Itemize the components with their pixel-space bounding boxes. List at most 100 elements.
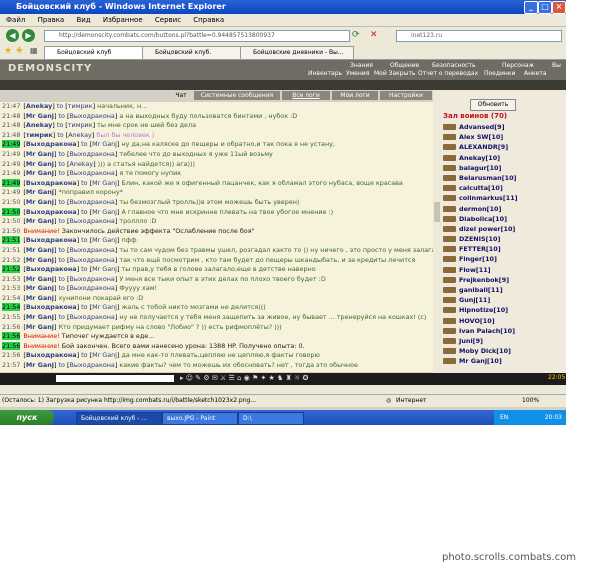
chat-sender[interactable]: Выходракона bbox=[26, 140, 77, 148]
player-item[interactable]: Finger[10] bbox=[441, 254, 566, 264]
chat-sender[interactable]: Mr Ganj bbox=[26, 217, 54, 225]
menu-favorites[interactable]: Избранное bbox=[103, 16, 143, 24]
player-item[interactable]: Moby Dick[10] bbox=[441, 346, 566, 356]
player-name[interactable]: HOVO[10] bbox=[459, 316, 495, 326]
nav-exit[interactable]: Вы bbox=[552, 62, 561, 69]
player-item[interactable]: Advansed[9] bbox=[441, 122, 566, 132]
nav-transfers[interactable]: Отчет о переводах bbox=[418, 70, 478, 77]
chat-input[interactable] bbox=[56, 375, 174, 382]
language-indicator[interactable]: EN bbox=[500, 412, 508, 423]
menu-file[interactable]: Файл bbox=[6, 16, 25, 24]
chat-sender[interactable]: Mr Ganj bbox=[26, 256, 54, 264]
player-item[interactable]: dermon[10] bbox=[441, 204, 566, 214]
search-input[interactable]: inet123.ru bbox=[396, 30, 562, 42]
chat-recipient[interactable]: Mr Ganj bbox=[92, 303, 117, 311]
tab-system-messages[interactable]: Системные сообщения bbox=[194, 91, 280, 100]
chat-sender[interactable]: Mr Ganj bbox=[26, 313, 54, 321]
task-paint[interactable]: выхо.JPG - Paint bbox=[162, 412, 238, 425]
chat-recipient[interactable]: Выходракона bbox=[69, 112, 114, 120]
chat-recipient[interactable]: тимрик bbox=[68, 102, 93, 110]
player-name[interactable]: balagur[10] bbox=[459, 163, 501, 173]
player-item[interactable]: HOVO[10] bbox=[441, 316, 566, 326]
menu-help[interactable]: Справка bbox=[193, 16, 224, 24]
chat-recipient[interactable]: Anekay bbox=[69, 160, 93, 168]
player-name[interactable]: Advansed[9] bbox=[459, 122, 505, 132]
favorites-star-icon[interactable]: ★ bbox=[4, 46, 12, 56]
refresh-icon[interactable]: ⟳ bbox=[352, 30, 360, 40]
player-name[interactable]: Gunj[11] bbox=[459, 295, 490, 305]
player-item[interactable]: Anekay[10] bbox=[441, 153, 566, 163]
player-item[interactable]: Mr Ganj[10] bbox=[441, 356, 566, 366]
tab-my-logs[interactable]: Мои логи bbox=[332, 91, 378, 100]
chat-recipient[interactable]: Mr Ganj bbox=[92, 351, 117, 359]
chat-sender[interactable]: Mr Ganj bbox=[26, 188, 54, 196]
player-name[interactable]: Anekay[10] bbox=[459, 153, 500, 163]
player-item[interactable]: FETTER[10] bbox=[441, 244, 566, 254]
tab-fight-diaries[interactable]: Бойцовские дневники - Вы... bbox=[240, 46, 354, 59]
player-item[interactable]: ALEXANDR[9] bbox=[441, 142, 566, 152]
nav-close[interactable]: Мой Закрыть bbox=[374, 70, 415, 77]
stop-icon[interactable]: ✕ bbox=[370, 30, 378, 40]
player-item[interactable]: Flow[11] bbox=[441, 265, 566, 275]
player-name[interactable]: Hipnotize[10] bbox=[459, 305, 508, 315]
player-name[interactable]: colinmarkus[11] bbox=[459, 193, 518, 203]
player-name[interactable]: DZENIS[10] bbox=[459, 234, 500, 244]
chat-recipient[interactable]: Выходракона bbox=[69, 313, 114, 321]
chat-recipient[interactable]: тимрик bbox=[68, 121, 93, 129]
chat-scrollbar[interactable] bbox=[433, 90, 441, 373]
chat-sender[interactable]: Mr Ganj bbox=[26, 112, 54, 120]
player-name[interactable]: calcutta[10] bbox=[459, 183, 503, 193]
chat-sender[interactable]: Mr Ganj bbox=[26, 169, 54, 177]
nav-skills[interactable]: Умения bbox=[346, 70, 369, 77]
chat-sender[interactable]: Выходракона bbox=[26, 236, 77, 244]
player-name[interactable]: Alex SW[10] bbox=[459, 132, 503, 142]
chat-sender[interactable]: Anekay bbox=[26, 102, 52, 110]
scroll-thumb[interactable] bbox=[434, 202, 440, 222]
chat-sender[interactable]: Mr Ganj bbox=[26, 246, 54, 254]
tab-fight-club[interactable]: Бойцовский клуб bbox=[44, 46, 148, 59]
chat-sender[interactable]: Выходракона bbox=[26, 351, 77, 359]
nav-fights[interactable]: Поединки bbox=[484, 70, 515, 77]
forward-icon[interactable]: ▶ bbox=[22, 29, 35, 42]
chat-sender[interactable]: Mr Ganj bbox=[26, 275, 54, 283]
nav-security[interactable]: Безопасность bbox=[432, 62, 476, 69]
player-name[interactable]: dizel power[10] bbox=[459, 224, 515, 234]
player-item[interactable]: balagur[10] bbox=[441, 163, 566, 173]
minimize-icon[interactable]: _ bbox=[524, 1, 538, 14]
chat-recipient[interactable]: Выходракона bbox=[69, 169, 114, 177]
chat-recipient[interactable]: Anekay bbox=[68, 131, 92, 139]
menu-tools[interactable]: Сервис bbox=[155, 16, 181, 24]
maximize-icon[interactable]: □ bbox=[538, 1, 552, 14]
zoom-level[interactable]: 100% bbox=[522, 395, 539, 407]
chat-recipient[interactable]: Mr Ganj bbox=[92, 140, 117, 148]
player-name[interactable]: Frejkenbok[9] bbox=[459, 275, 509, 285]
chat-recipient[interactable]: Выходракона bbox=[69, 150, 114, 158]
chat-sender[interactable]: тимрик bbox=[26, 131, 53, 139]
player-item[interactable]: Hipnotize[10] bbox=[441, 305, 566, 315]
nav-character[interactable]: Персонаж bbox=[502, 62, 534, 69]
player-name[interactable]: ALEXANDR[9] bbox=[459, 142, 508, 152]
player-name[interactable]: ganiball[11] bbox=[459, 285, 503, 295]
chat-recipient[interactable]: Выходракона bbox=[69, 361, 114, 369]
player-item[interactable]: Alex SW[10] bbox=[441, 132, 566, 142]
tab-settings[interactable]: Настройки bbox=[380, 91, 432, 100]
player-item[interactable]: DZENIS[10] bbox=[441, 234, 566, 244]
chat-sender[interactable]: Выходракона bbox=[26, 208, 77, 216]
chat-sender[interactable]: Mr Ganj bbox=[26, 294, 54, 302]
start-button[interactable]: пуск bbox=[0, 410, 54, 425]
player-name[interactable]: Moby Dick[10] bbox=[459, 346, 511, 356]
chat-sender[interactable]: Mr Ganj bbox=[26, 198, 54, 206]
tab-fight-club-2[interactable]: Бойцовский клуб. bbox=[142, 46, 246, 59]
tab-list-icon[interactable]: ▦ bbox=[30, 46, 38, 55]
address-input[interactable]: http://demonscity.combats.com/buttons.pl… bbox=[44, 30, 350, 42]
chat-recipient[interactable]: Выходракона bbox=[69, 246, 114, 254]
chat-recipient[interactable]: Mr Ganj bbox=[92, 179, 117, 187]
player-name[interactable]: Diabolica[10] bbox=[459, 214, 507, 224]
player-item[interactable]: Diabolica[10] bbox=[441, 214, 566, 224]
chat-sender[interactable]: Mr Ganj bbox=[26, 323, 54, 331]
chat-recipient[interactable]: Выходракона bbox=[69, 256, 114, 264]
chat-recipient[interactable]: Mr Ganj bbox=[92, 208, 117, 216]
player-name[interactable]: Belarusman[10] bbox=[459, 173, 516, 183]
task-ie[interactable]: Бойцовский клуб - ... bbox=[76, 412, 162, 425]
player-item[interactable]: ganiball[11] bbox=[441, 285, 566, 295]
